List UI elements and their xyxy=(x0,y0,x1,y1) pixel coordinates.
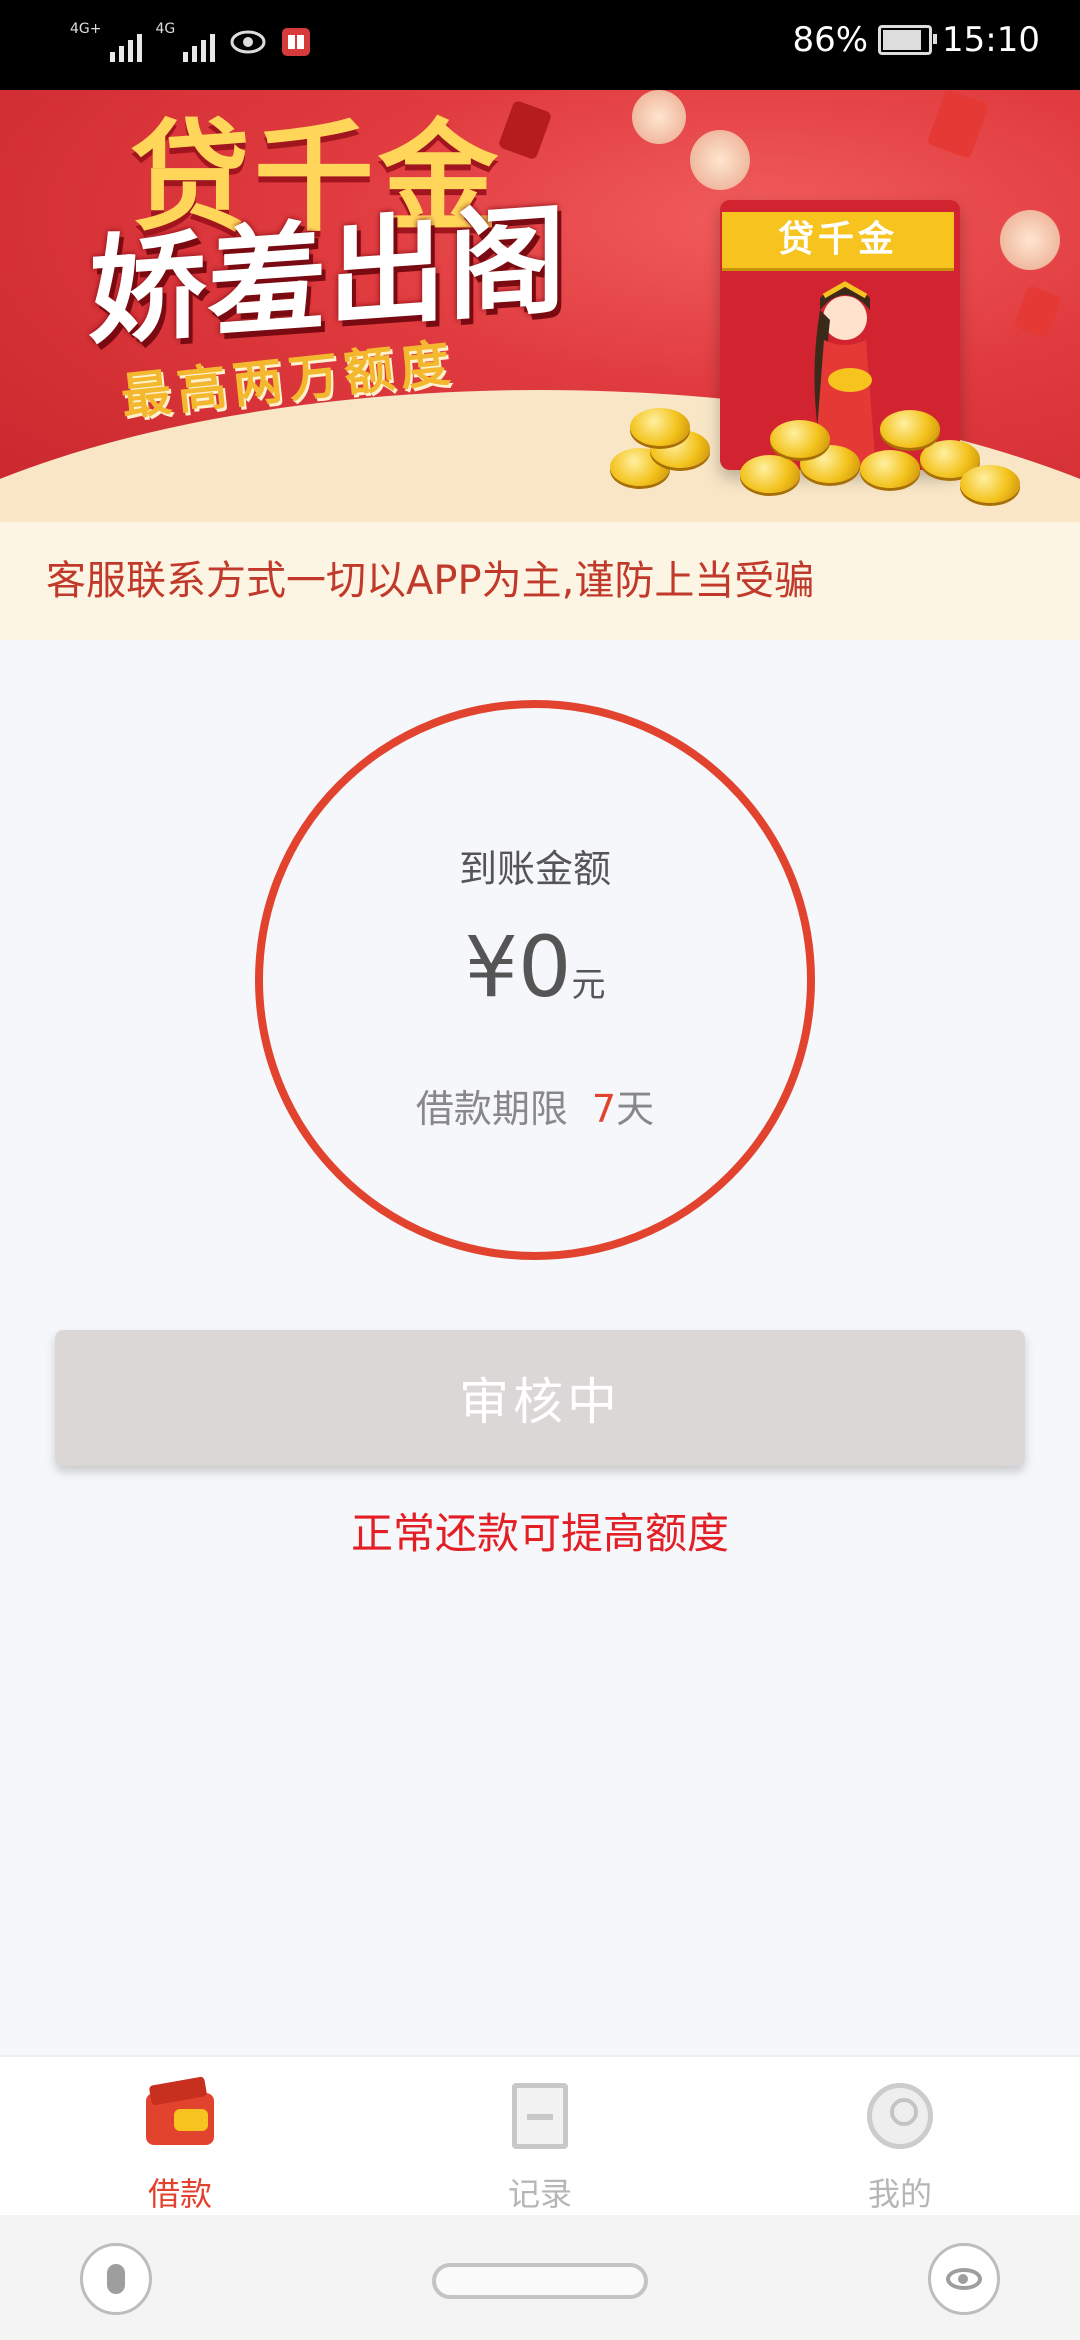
floating-coin-icon xyxy=(690,130,750,190)
status-left: 4G+ 4G xyxy=(70,22,311,62)
gold-coin-icon xyxy=(630,408,690,446)
anti-fraud-notice: 客服联系方式一切以APP为主,谨防上当受骗 xyxy=(0,522,1080,640)
gold-coin-icon xyxy=(960,465,1020,503)
floating-envelope-icon xyxy=(1013,285,1063,339)
network-type-2: 4G xyxy=(155,21,176,37)
eye-icon xyxy=(230,30,266,54)
tab-mine[interactable]: 我的 xyxy=(720,2057,1080,2217)
amount-value: ¥0元 xyxy=(263,918,807,1016)
repayment-hint: 正常还款可提高额度 xyxy=(350,1509,729,1558)
currency-symbol: ¥ xyxy=(464,918,518,1016)
tab-records-label: 记录 xyxy=(507,2175,572,2213)
bottom-tab-bar: 借款 记录 我的 xyxy=(0,2055,1080,2217)
promo-banner[interactable]: 贷千金 娇羞出阁 最高两万额度 贷千金 xyxy=(0,90,1080,522)
status-right: 86% 15:10 xyxy=(792,20,1040,60)
signal-icon: 4G+ xyxy=(70,22,142,62)
floating-coin-icon xyxy=(632,90,686,144)
amount-unit: 元 xyxy=(571,965,606,1005)
tab-mine-label: 我的 xyxy=(867,2175,932,2213)
eye-icon[interactable] xyxy=(928,2243,1000,2315)
battery-percent: 86% xyxy=(792,20,869,60)
tab-loan[interactable]: 借款 xyxy=(0,2057,360,2217)
floating-envelope-icon xyxy=(497,99,553,161)
amount-number: 0 xyxy=(518,918,572,1016)
tab-loan-label: 借款 xyxy=(147,2175,212,2213)
signal-icon: 4G xyxy=(156,22,216,62)
gold-coin-icon xyxy=(880,410,940,448)
wallet-icon xyxy=(146,2093,214,2145)
envelope-label: 贷千金 xyxy=(722,212,954,268)
receipt-icon xyxy=(512,2083,568,2149)
home-pill-icon[interactable] xyxy=(432,2263,648,2299)
gold-coin-icon xyxy=(740,455,800,493)
clock: 15:10 xyxy=(942,20,1040,60)
floating-coin-icon xyxy=(1000,210,1060,270)
gold-coin-icon xyxy=(860,450,920,488)
term-unit: 天 xyxy=(616,1087,655,1131)
network-type-1: 4G+ xyxy=(70,21,102,37)
loan-term: 借款期限 7天 xyxy=(263,1078,807,1133)
floating-envelope-icon xyxy=(926,90,990,160)
loan-summary-circle: 到账金额 ¥0元 借款期限 7天 xyxy=(255,700,815,1260)
amount-title: 到账金额 xyxy=(458,847,611,891)
review-status-button[interactable]: 审核中 xyxy=(55,1330,1025,1466)
gold-coin-icon xyxy=(770,420,830,458)
system-nav-bar xyxy=(0,2215,1080,2340)
battery-icon xyxy=(878,25,938,55)
user-icon xyxy=(867,2083,933,2149)
microphone-icon[interactable] xyxy=(80,2243,152,2315)
tab-records[interactable]: 记录 xyxy=(360,2057,720,2217)
book-app-icon xyxy=(282,28,311,56)
status-bar: 4G+ 4G 86% 15:10 xyxy=(0,0,1080,90)
term-days: 7 xyxy=(591,1087,617,1131)
term-label: 借款期限 xyxy=(415,1087,568,1131)
